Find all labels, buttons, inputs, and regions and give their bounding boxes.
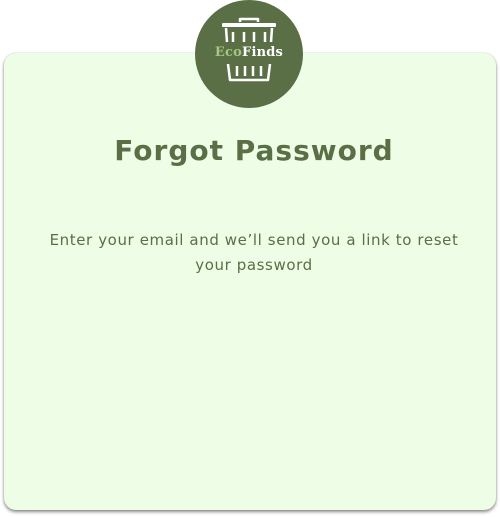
forgot-password-card: Forgot Password Enter your email and we’… xyxy=(4,53,496,510)
logo-text-eco: Eco xyxy=(214,45,243,60)
page-title: Forgot Password xyxy=(114,134,394,167)
logo-wordmark: EcoFinds xyxy=(195,45,303,61)
instructions-text: Enter your email and we’ll send you a li… xyxy=(49,231,459,274)
logo-text-finds: Finds xyxy=(242,45,284,60)
ecofinds-logo: EcoFinds xyxy=(195,0,303,108)
